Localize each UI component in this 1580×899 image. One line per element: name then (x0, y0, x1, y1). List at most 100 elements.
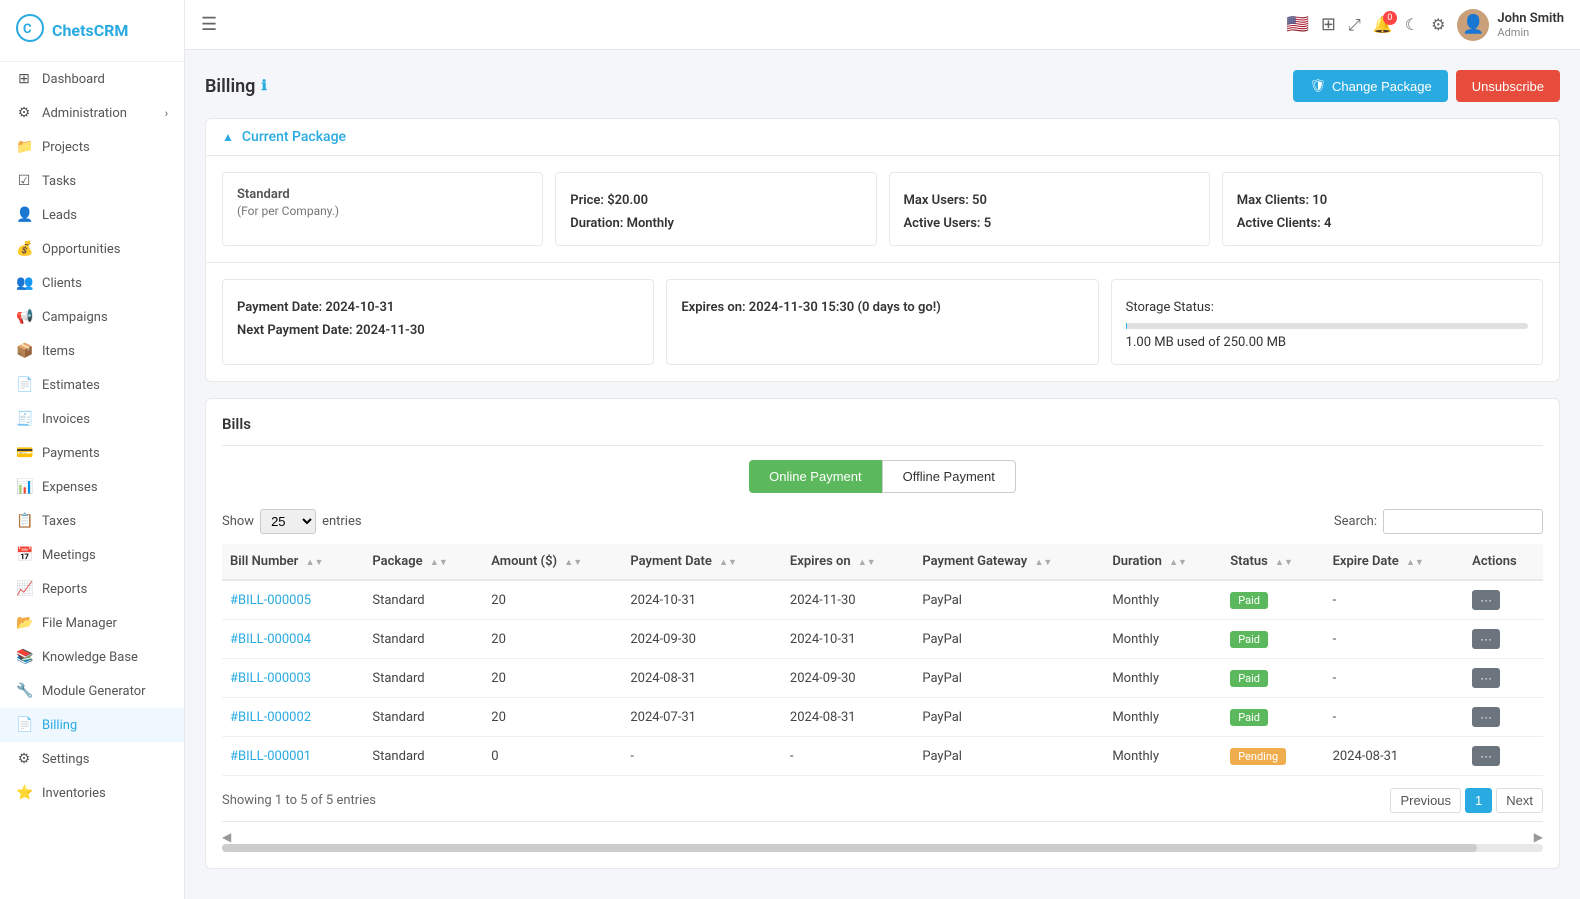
sidebar-item-items[interactable]: 📦 Items (0, 334, 184, 368)
topbar-user[interactable]: 👤 John Smith Admin (1457, 9, 1564, 41)
opportunities-icon: 💰 (16, 241, 32, 257)
offline-payment-button[interactable]: Offline Payment (882, 460, 1016, 493)
sidebar-item-tasks[interactable]: ☑ Tasks (0, 164, 184, 198)
package-cell: Standard (364, 737, 483, 776)
module-generator-icon: 🔧 (16, 683, 32, 699)
col-expires-on[interactable]: Expires on ▲▼ (782, 544, 914, 580)
entries-select[interactable]: 25 50 100 (260, 509, 316, 534)
sidebar-item-label: Opportunities (42, 242, 120, 257)
table-row: #BILL-000003 Standard 20 2024-08-31 2024… (222, 659, 1543, 698)
bill-number-link[interactable]: #BILL-000005 (230, 593, 311, 608)
sort-icon: ▲▼ (1275, 557, 1293, 568)
sidebar-item-label: Inventories (42, 786, 106, 801)
unsubscribe-button[interactable]: Unsubscribe (1456, 70, 1560, 102)
row-action-button[interactable]: ··· (1472, 707, 1500, 727)
reports-icon: 📈 (16, 581, 32, 597)
row-action-button[interactable]: ··· (1472, 746, 1500, 766)
col-status[interactable]: Status ▲▼ (1222, 544, 1324, 580)
row-action-button[interactable]: ··· (1472, 668, 1500, 688)
sidebar-item-knowledge-base[interactable]: 📚 Knowledge Base (0, 640, 184, 674)
col-expire-date[interactable]: Expire Date ▲▼ (1325, 544, 1465, 580)
col-amount[interactable]: Amount ($) ▲▼ (483, 544, 622, 580)
sidebar-item-projects[interactable]: 📁 Projects (0, 130, 184, 164)
next-page-button[interactable]: Next (1496, 788, 1543, 813)
col-payment-date[interactable]: Payment Date ▲▼ (622, 544, 782, 580)
row-action-button[interactable]: ··· (1472, 590, 1500, 610)
sidebar-item-inventories[interactable]: ⭐ Inventories (0, 776, 184, 810)
moon-icon[interactable]: ☾ (1405, 15, 1419, 34)
billing-icon: 📄 (16, 717, 32, 733)
payment-buttons: Online Payment Offline Payment (222, 460, 1543, 493)
sidebar-item-billing[interactable]: 📄 Billing (0, 708, 184, 742)
status-cell: Pending (1222, 737, 1324, 776)
price-label: Price: (570, 193, 604, 208)
col-bill-number[interactable]: Bill Number ▲▼ (222, 544, 364, 580)
sidebar-item-estimates[interactable]: 📄 Estimates (0, 368, 184, 402)
sidebar-item-meetings[interactable]: 📅 Meetings (0, 538, 184, 572)
sidebar-item-dashboard[interactable]: ⊞ Dashboard (0, 62, 184, 96)
bill-number-link[interactable]: #BILL-000002 (230, 710, 311, 725)
expires-on-cell: 2024-09-30 (782, 659, 914, 698)
sidebar-item-administration[interactable]: ⚙ Administration › (0, 96, 184, 130)
search-input[interactable] (1383, 509, 1543, 534)
table-row: #BILL-000001 Standard 0 - - PayPal Month… (222, 737, 1543, 776)
expires-on-cell: - (782, 737, 914, 776)
col-package[interactable]: Package ▲▼ (364, 544, 483, 580)
sidebar-item-expenses[interactable]: 📊 Expenses (0, 470, 184, 504)
notification-icon[interactable]: 🔔 0 (1373, 15, 1393, 34)
sidebar-item-payments[interactable]: 💳 Payments (0, 436, 184, 470)
storage-progress-fill (1126, 323, 1128, 329)
sidebar-item-invoices[interactable]: 🧾 Invoices (0, 402, 184, 436)
current-package-section: ▲ Current Package Standard (For per Comp… (205, 118, 1560, 382)
chevron-right-icon: › (165, 107, 168, 120)
sidebar-item-module-generator[interactable]: 🔧 Module Generator (0, 674, 184, 708)
active-users-value: 5 (984, 216, 991, 231)
taxes-icon: 📋 (16, 513, 32, 529)
payment-date-line: Payment Date: 2024-10-31 (237, 300, 639, 315)
clients-icon: 👥 (16, 275, 32, 291)
hamburger-icon[interactable]: ☰ (201, 14, 217, 35)
settings-gear-icon[interactable]: ⚙ (1431, 15, 1445, 34)
sidebar-item-label: File Manager (42, 616, 117, 631)
expand-icon[interactable]: ⤢ (1348, 15, 1361, 35)
active-clients-value: 4 (1324, 216, 1331, 231)
sidebar-item-taxes[interactable]: 📋 Taxes (0, 504, 184, 538)
sidebar-item-clients[interactable]: 👥 Clients (0, 266, 184, 300)
bill-number-link[interactable]: #BILL-000003 (230, 671, 311, 686)
show-label: Show (222, 514, 254, 529)
sidebar-item-label: Expenses (42, 480, 98, 495)
scrollbar-track[interactable] (222, 844, 1543, 852)
sidebar-item-opportunities[interactable]: 💰 Opportunities (0, 232, 184, 266)
previous-page-button[interactable]: Previous (1390, 788, 1461, 813)
scroll-right-icon[interactable]: ▶ (1534, 830, 1543, 844)
sort-icon: ▲▼ (430, 557, 448, 568)
scrollbar-area: ◀ ▶ (222, 821, 1543, 852)
flag-icon[interactable]: 🇺🇸 (1286, 14, 1308, 35)
col-payment-gateway[interactable]: Payment Gateway ▲▼ (914, 544, 1104, 580)
info-icon[interactable]: ℹ (261, 78, 266, 94)
sidebar-item-leads[interactable]: 👤 Leads (0, 198, 184, 232)
sidebar-item-file-manager[interactable]: 📂 File Manager (0, 606, 184, 640)
bills-section: Bills Online Payment Offline Payment Sho… (205, 398, 1560, 869)
grid-icon[interactable]: ⊞ (1321, 14, 1336, 35)
logo-text: ChetsCRM (52, 21, 128, 40)
section-header[interactable]: ▲ Current Package (205, 118, 1560, 156)
bill-number-link[interactable]: #BILL-000001 (230, 749, 311, 764)
sidebar-item-settings[interactable]: ⚙ Settings (0, 742, 184, 776)
scroll-left-icon[interactable]: ◀ (222, 830, 231, 844)
change-package-button[interactable]: 🛡 Change Package (1293, 70, 1447, 102)
row-action-button[interactable]: ··· (1472, 629, 1500, 649)
bill-number-link[interactable]: #BILL-000004 (230, 632, 311, 647)
online-payment-button[interactable]: Online Payment (749, 460, 882, 493)
notification-badge: 0 (1383, 11, 1397, 25)
sidebar-item-reports[interactable]: 📈 Reports (0, 572, 184, 606)
payment-gateway-cell: PayPal (914, 737, 1104, 776)
invoices-icon: 🧾 (16, 411, 32, 427)
expenses-icon: 📊 (16, 479, 32, 495)
table-row: #BILL-000002 Standard 20 2024-07-31 2024… (222, 698, 1543, 737)
col-duration[interactable]: Duration ▲▼ (1104, 544, 1222, 580)
amount-cell: 20 (483, 580, 622, 620)
page-1-button[interactable]: 1 (1465, 788, 1492, 813)
sidebar-item-campaigns[interactable]: 📢 Campaigns (0, 300, 184, 334)
amount-cell: 20 (483, 620, 622, 659)
